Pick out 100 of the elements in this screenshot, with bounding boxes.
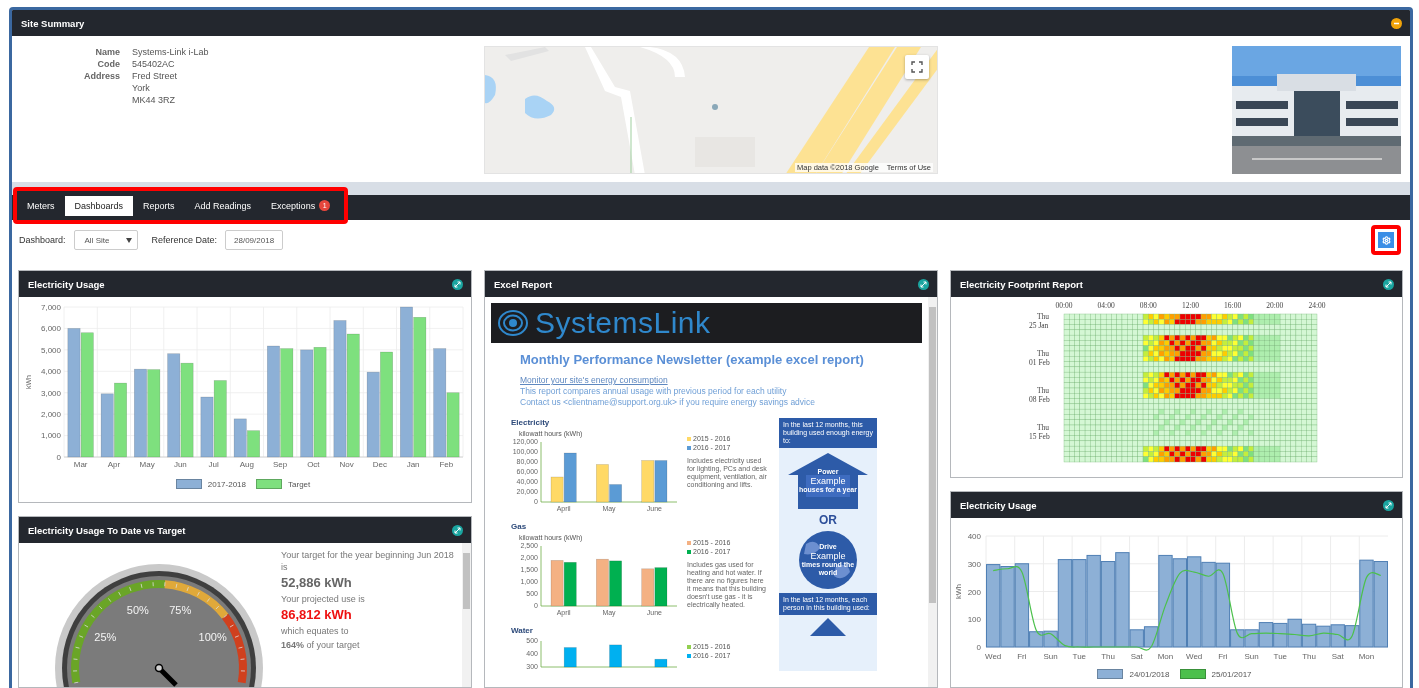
field-label: Address xyxy=(83,70,120,83)
field-label: Reference Date: xyxy=(151,235,218,245)
axis-label: Mon xyxy=(1358,652,1375,661)
axis-label: May xyxy=(139,460,155,469)
chart-bar xyxy=(100,393,114,458)
axis-label: Nov xyxy=(339,460,354,469)
expand-icon[interactable] xyxy=(452,524,463,536)
chart-bar xyxy=(563,562,577,607)
expand-icon[interactable] xyxy=(1383,499,1394,511)
panel-title: Excel Report xyxy=(494,278,553,290)
legend-swatch xyxy=(1097,669,1124,679)
axis-label: 7,000 xyxy=(40,302,61,312)
legend-swatch xyxy=(175,479,202,489)
tab[interactable]: Meters xyxy=(17,195,65,216)
axis-label: 6,000 xyxy=(40,324,61,334)
summary-text: Your projected use is xyxy=(281,593,366,605)
chart-bar xyxy=(609,644,622,668)
report-link[interactable]: Monitor your site's energy consumption xyxy=(520,375,922,386)
axis-label: Jul xyxy=(208,460,219,469)
legend-swatch xyxy=(256,479,282,489)
field-value: Fred Street xyxy=(132,70,179,82)
chart-bar xyxy=(1258,622,1274,648)
axis-label: 4,000 xyxy=(40,367,61,377)
expand-icon[interactable] xyxy=(918,278,929,290)
legend-swatch xyxy=(687,654,691,658)
axis-label: 1,000 xyxy=(40,431,61,441)
gauge-label: 25% xyxy=(94,631,117,643)
tab[interactable]: Reports xyxy=(133,195,185,216)
chart-bar xyxy=(233,418,247,458)
summary-text: which equates to xyxy=(281,625,350,637)
axis-label: Thu xyxy=(1101,652,1115,661)
expand-icon[interactable] xyxy=(1383,278,1394,290)
scrollbar[interactable] xyxy=(928,297,937,687)
chart-bar xyxy=(563,647,577,668)
axis-label: Jun xyxy=(173,460,187,469)
chart-bar xyxy=(247,430,260,458)
spiral-logo-icon xyxy=(497,308,529,338)
axis-label: 400 xyxy=(967,532,981,541)
legend-label: 24/01/2018 xyxy=(1129,669,1170,679)
gauge-label: 50% xyxy=(126,603,149,616)
axis-label: Tue xyxy=(1273,652,1288,661)
axis-label: Fri xyxy=(1017,652,1027,661)
chart-bar xyxy=(596,558,609,607)
legend-swatch xyxy=(687,437,691,441)
section-title: Gas xyxy=(511,522,528,531)
panel-title: Site Summary xyxy=(21,17,85,29)
axis-label: 300 xyxy=(967,559,981,569)
field-value: Systems-Link i-Lab xyxy=(132,46,210,58)
caret-icon xyxy=(125,237,132,243)
dashboard-select[interactable]: All Site xyxy=(73,230,138,250)
gauge-label: 100% xyxy=(198,631,227,643)
usage-figure: 52,886 kWh xyxy=(281,575,353,591)
field-value: MK44 3RZ xyxy=(132,94,176,106)
axis-label: 0 xyxy=(56,452,61,462)
chart-bar xyxy=(550,560,564,607)
date-field[interactable]: 28/09/2018 xyxy=(225,230,284,250)
settings-button[interactable] xyxy=(1378,232,1394,248)
axis-label: Wed xyxy=(1186,652,1203,661)
or-text: OR xyxy=(819,514,837,527)
chart-bar xyxy=(1287,618,1302,648)
brand-name: SystemsLink xyxy=(535,306,711,340)
chart-bar xyxy=(654,567,668,607)
expand-icon[interactable] xyxy=(452,278,463,290)
panel-title: Electricity Footprint Report xyxy=(960,278,1083,290)
panel-title: Electricity Usage xyxy=(28,278,105,290)
minimize-icon[interactable] xyxy=(1391,17,1402,29)
usage-figure: 86,812 kWh xyxy=(281,607,353,623)
axis-label: Fri xyxy=(1218,652,1228,661)
axis-label: Sep xyxy=(273,460,288,469)
axis-label: Mar xyxy=(73,460,88,469)
fullscreen-icon xyxy=(911,61,923,73)
house-icon xyxy=(786,451,870,511)
legend-swatch xyxy=(687,550,691,554)
field-value: York xyxy=(132,82,151,94)
field-value: 545402AC xyxy=(132,58,176,70)
legend-label: 25/01/2017 xyxy=(1211,669,1252,679)
report-text: Contact us <clientname@support.org.uk> if you require energy savings advice xyxy=(520,397,816,408)
axis-label: Thu xyxy=(1302,652,1316,661)
fullscreen-button[interactable] xyxy=(905,55,929,79)
axis-label: Wed xyxy=(985,652,1002,661)
scrollbar[interactable] xyxy=(462,543,471,687)
summary-text: Your target for the year beginning Jun 2018 is xyxy=(281,549,455,573)
field-label: Dashboard: xyxy=(19,235,66,245)
settings-icon xyxy=(1381,235,1391,245)
section-title: Water xyxy=(511,626,534,635)
chart-bar xyxy=(641,460,655,503)
axis-label: Feb xyxy=(439,460,454,469)
tab[interactable]: Add Readings xyxy=(184,195,262,216)
axis-label: 0 xyxy=(976,643,981,652)
axis-label: 200 xyxy=(967,587,981,597)
figure-caption: Example xyxy=(810,552,846,560)
axis-label: Sun xyxy=(1043,652,1058,661)
chart-bar xyxy=(641,568,655,607)
chart-bar xyxy=(1301,623,1317,648)
legend-swatch xyxy=(687,541,691,545)
axis-label: 3,000 xyxy=(40,388,61,398)
gauge-label: 75% xyxy=(169,603,192,616)
report-heading: Monthly Performance Newsletter (example excel report) xyxy=(520,352,865,367)
tab[interactable]: Dashboards xyxy=(64,195,134,216)
summary-text: 164% of your target xyxy=(281,639,361,651)
